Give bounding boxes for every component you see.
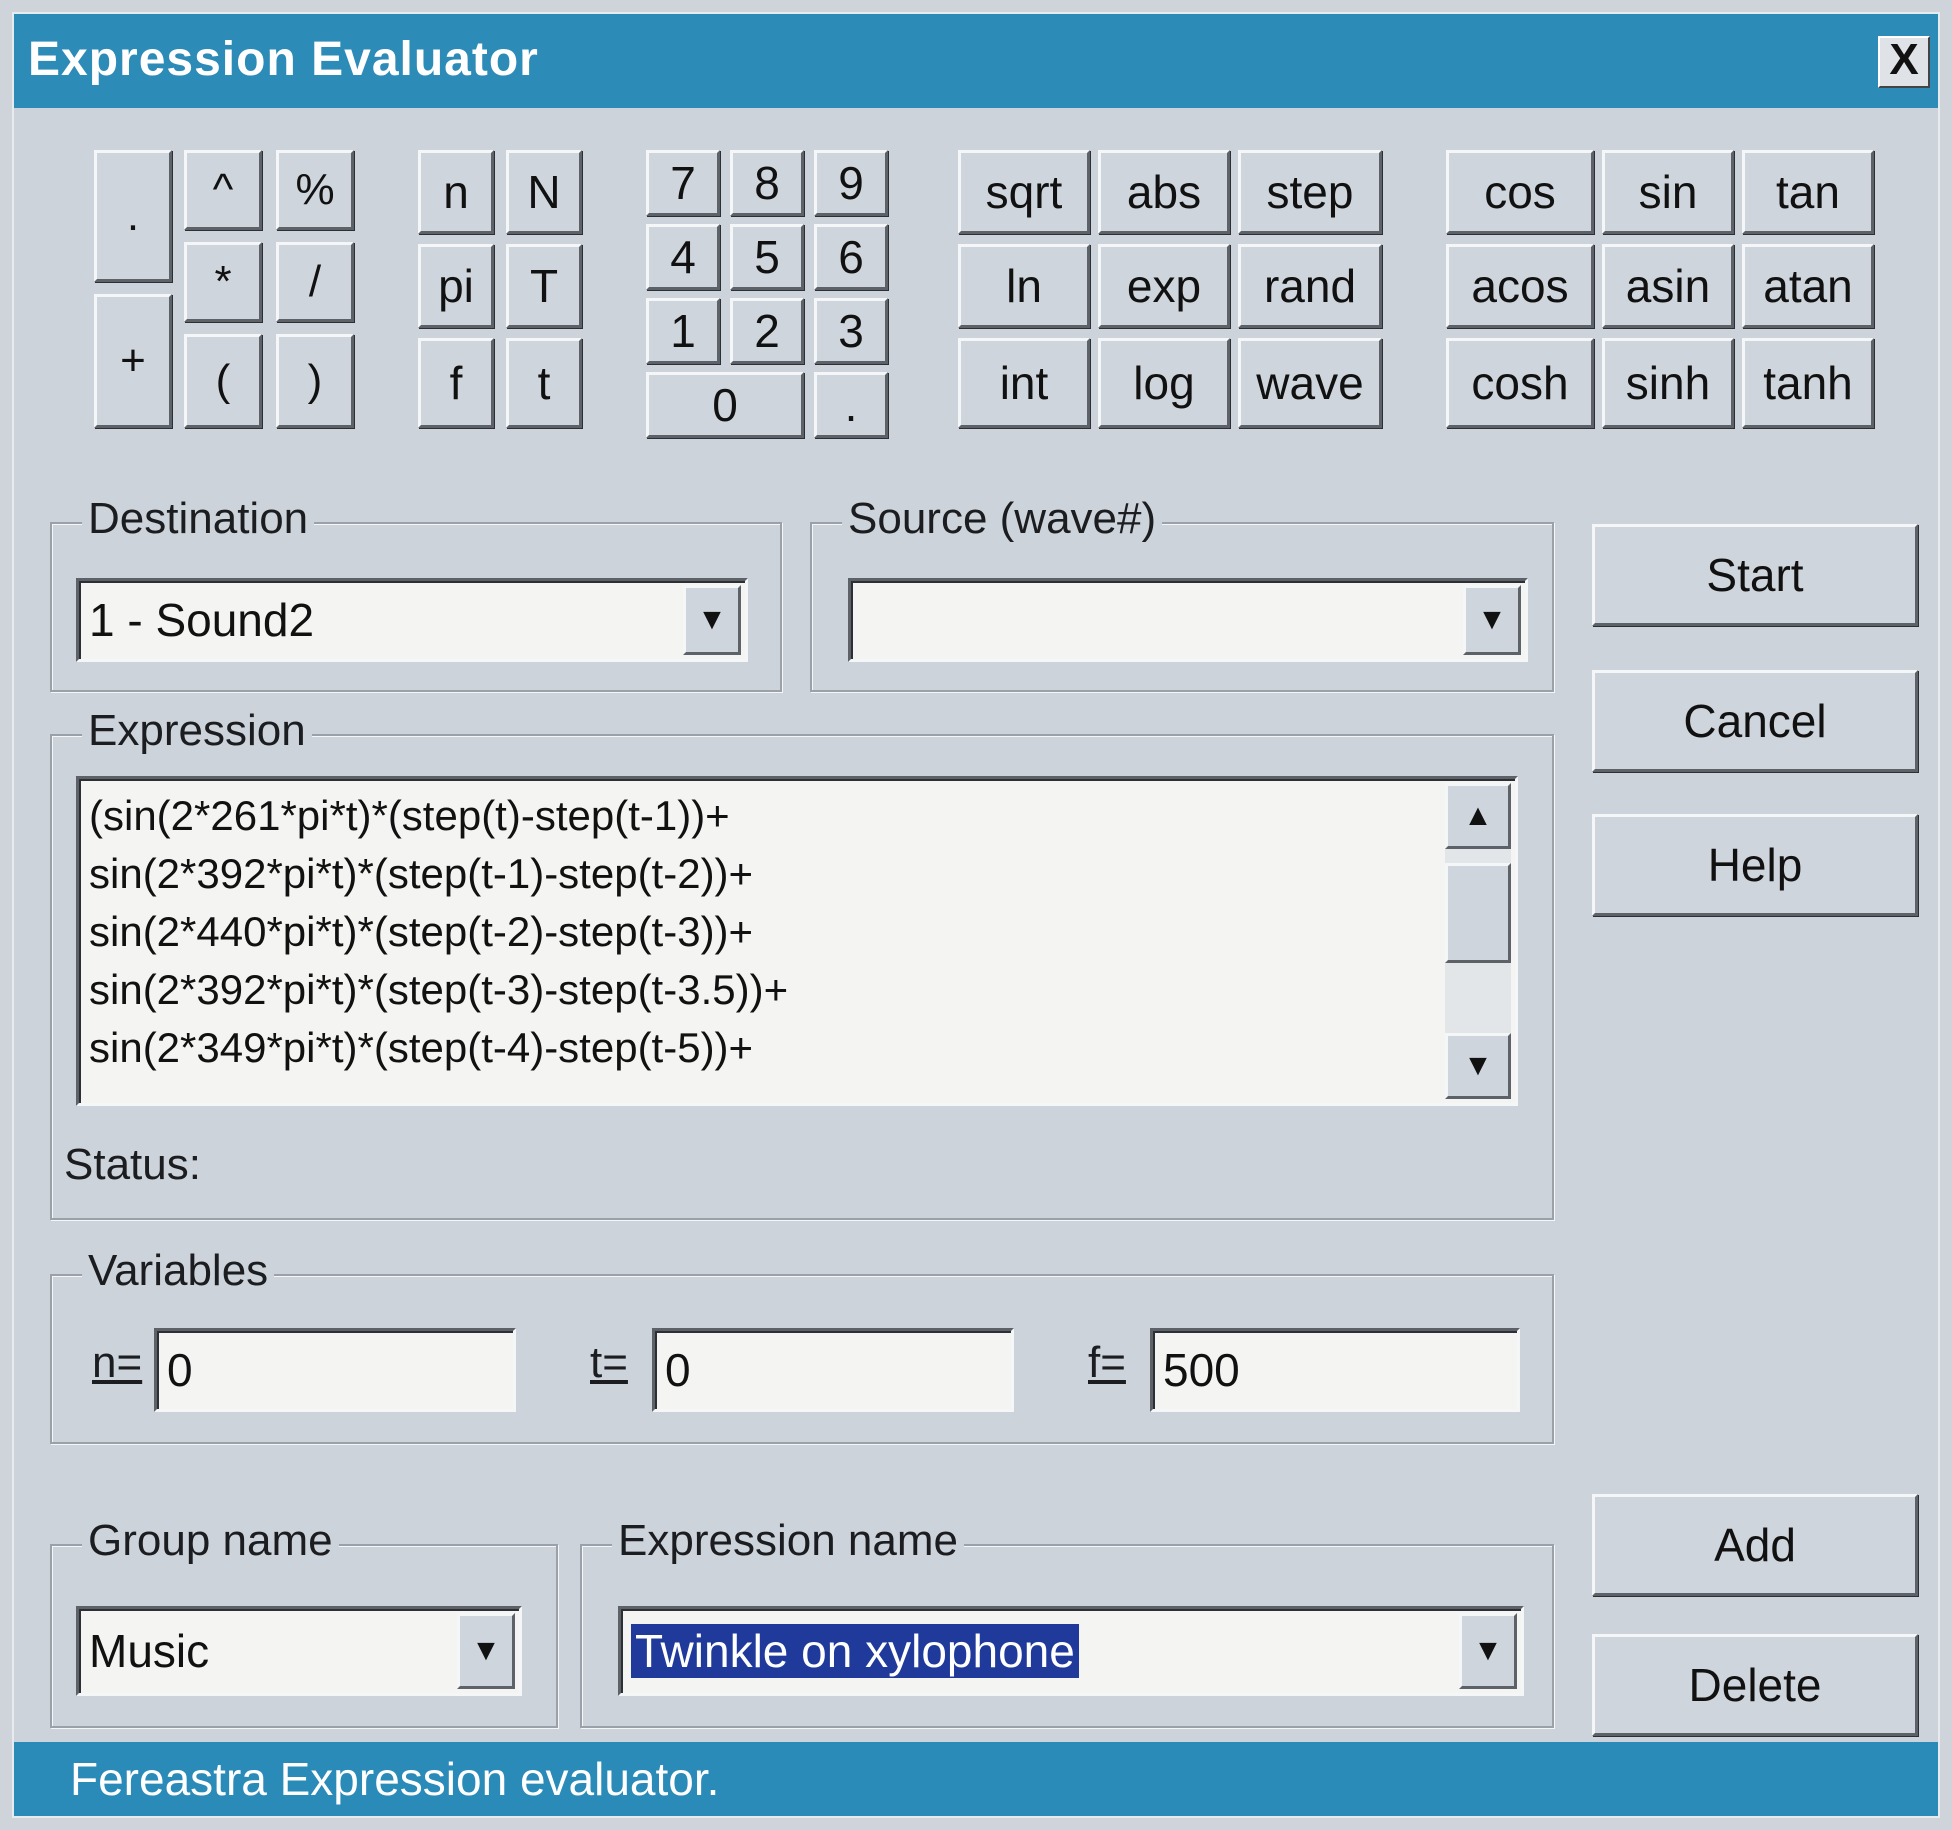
variable-t-input[interactable]: 0 — [652, 1328, 1014, 1412]
key-cosh[interactable]: cosh — [1446, 338, 1594, 428]
key-divide[interactable]: / — [276, 242, 354, 322]
source-dropdown-arrow-icon[interactable]: ▼ — [1463, 585, 1521, 655]
expression-line: sin(2*440*pi*t)*(step(t-2)-step(t-3))+ — [89, 908, 754, 955]
delete-button[interactable]: Delete — [1592, 1634, 1918, 1736]
expression-label: Expression — [82, 706, 312, 756]
source-group: Source (wave#) ▼ — [810, 494, 1554, 692]
variable-n-label: n= — [92, 1338, 143, 1387]
expression-name-select[interactable]: Twinkle on xylophone ▼ — [618, 1606, 1524, 1696]
key-dot[interactable]: . — [94, 150, 172, 282]
cancel-button[interactable]: Cancel — [1592, 670, 1918, 772]
scroll-up-arrow-icon[interactable]: ▲ — [1445, 783, 1511, 849]
expression-group: Expression (sin(2*261*pi*t)*(step(t)-ste… — [50, 706, 1554, 1220]
status-bar: Fereastra Expression evaluator. — [14, 1742, 1938, 1816]
key-sinh[interactable]: sinh — [1602, 338, 1734, 428]
key-log[interactable]: log — [1098, 338, 1230, 428]
key-N[interactable]: N — [506, 150, 582, 234]
key-acos[interactable]: acos — [1446, 244, 1594, 328]
group-name-group: Group name Music ▼ — [50, 1516, 558, 1728]
key-ln[interactable]: ln — [958, 244, 1090, 328]
destination-dropdown-arrow-icon[interactable]: ▼ — [683, 585, 741, 655]
variable-t-label: t= — [590, 1338, 628, 1387]
key-7[interactable]: 7 — [646, 150, 720, 216]
key-abs[interactable]: abs — [1098, 150, 1230, 234]
key-close-paren[interactable]: ) — [276, 334, 354, 428]
add-button[interactable]: Add — [1592, 1494, 1918, 1596]
key-T[interactable]: T — [506, 244, 582, 328]
expression-evaluator-window: Expression Evaluator X . ^ % * / + ( ) n… — [12, 12, 1940, 1818]
close-button[interactable]: X — [1878, 36, 1930, 88]
expression-name-group: Expression name Twinkle on xylophone ▼ — [580, 1516, 1554, 1728]
key-1[interactable]: 1 — [646, 298, 720, 364]
variable-f-input[interactable]: 500 — [1150, 1328, 1520, 1412]
key-tanh[interactable]: tanh — [1742, 338, 1874, 428]
variable-n-value: 0 — [167, 1344, 193, 1396]
group-name-dropdown-arrow-icon[interactable]: ▼ — [457, 1613, 515, 1689]
key-2[interactable]: 2 — [730, 298, 804, 364]
key-0[interactable]: 0 — [646, 372, 804, 438]
start-button[interactable]: Start — [1592, 524, 1918, 626]
key-multiply[interactable]: * — [184, 242, 262, 322]
scroll-down-arrow-icon[interactable]: ▼ — [1445, 1033, 1511, 1099]
key-asin[interactable]: asin — [1602, 244, 1734, 328]
help-button[interactable]: Help — [1592, 814, 1918, 916]
key-cos[interactable]: cos — [1446, 150, 1594, 234]
variable-n-input[interactable]: 0 — [154, 1328, 516, 1412]
variable-f-label: f= — [1088, 1338, 1126, 1387]
variable-t-value: 0 — [665, 1344, 691, 1396]
key-caret[interactable]: ^ — [184, 150, 262, 230]
scrollbar-thumb[interactable] — [1445, 863, 1511, 963]
window-title: Expression Evaluator — [28, 33, 539, 86]
key-percent[interactable]: % — [276, 150, 354, 230]
group-name-select[interactable]: Music ▼ — [76, 1606, 522, 1696]
key-open-paren[interactable]: ( — [184, 334, 262, 428]
key-wave[interactable]: wave — [1238, 338, 1382, 428]
source-label: Source (wave#) — [842, 494, 1163, 544]
expression-name-label: Expression name — [612, 1516, 964, 1566]
status-bar-text: Fereastra Expression evaluator. — [70, 1753, 720, 1805]
variables-label: Variables — [82, 1246, 275, 1296]
expression-line: (sin(2*261*pi*t)*(step(t)-step(t-1))+ — [89, 792, 730, 839]
key-atan[interactable]: atan — [1742, 244, 1874, 328]
key-n[interactable]: n — [418, 150, 494, 234]
status-label: Status: — [64, 1140, 201, 1189]
key-3[interactable]: 3 — [814, 298, 888, 364]
title-bar[interactable]: Expression Evaluator X — [14, 14, 1938, 108]
key-exp[interactable]: exp — [1098, 244, 1230, 328]
key-tan[interactable]: tan — [1742, 150, 1874, 234]
variables-group: Variables n= 0 t= 0 f= 500 — [50, 1246, 1554, 1444]
expression-name-value: Twinkle on xylophone — [631, 1624, 1079, 1678]
expression-name-dropdown-arrow-icon[interactable]: ▼ — [1459, 1613, 1517, 1689]
key-decimal[interactable]: . — [814, 372, 888, 438]
key-8[interactable]: 8 — [730, 150, 804, 216]
key-plus[interactable]: + — [94, 294, 172, 428]
group-name-label: Group name — [82, 1516, 339, 1566]
expression-line: sin(2*349*pi*t)*(step(t-4)-step(t-5))+ — [89, 1024, 754, 1071]
key-pi[interactable]: pi — [418, 244, 494, 328]
key-sqrt[interactable]: sqrt — [958, 150, 1090, 234]
group-name-value: Music — [89, 1625, 210, 1677]
key-t[interactable]: t — [506, 338, 582, 428]
expression-scrollbar[interactable]: ▲ ▼ — [1445, 783, 1511, 1099]
source-select[interactable]: ▼ — [848, 578, 1528, 662]
variable-f-value: 500 — [1163, 1344, 1240, 1396]
key-sin[interactable]: sin — [1602, 150, 1734, 234]
key-9[interactable]: 9 — [814, 150, 888, 216]
key-4[interactable]: 4 — [646, 224, 720, 290]
key-f[interactable]: f — [418, 338, 494, 428]
key-int[interactable]: int — [958, 338, 1090, 428]
destination-group: Destination 1 - Sound2 ▼ — [50, 494, 782, 692]
expression-line: sin(2*392*pi*t)*(step(t-3)-step(t-3.5))+ — [89, 966, 789, 1013]
destination-select[interactable]: 1 - Sound2 ▼ — [76, 578, 748, 662]
key-6[interactable]: 6 — [814, 224, 888, 290]
key-5[interactable]: 5 — [730, 224, 804, 290]
key-step[interactable]: step — [1238, 150, 1382, 234]
destination-label: Destination — [82, 494, 315, 544]
key-rand[interactable]: rand — [1238, 244, 1382, 328]
expression-line: sin(2*392*pi*t)*(step(t-1)-step(t-2))+ — [89, 850, 754, 897]
destination-value: 1 - Sound2 — [89, 594, 315, 646]
expression-textarea[interactable]: (sin(2*261*pi*t)*(step(t)-step(t-1))+ si… — [76, 776, 1518, 1106]
